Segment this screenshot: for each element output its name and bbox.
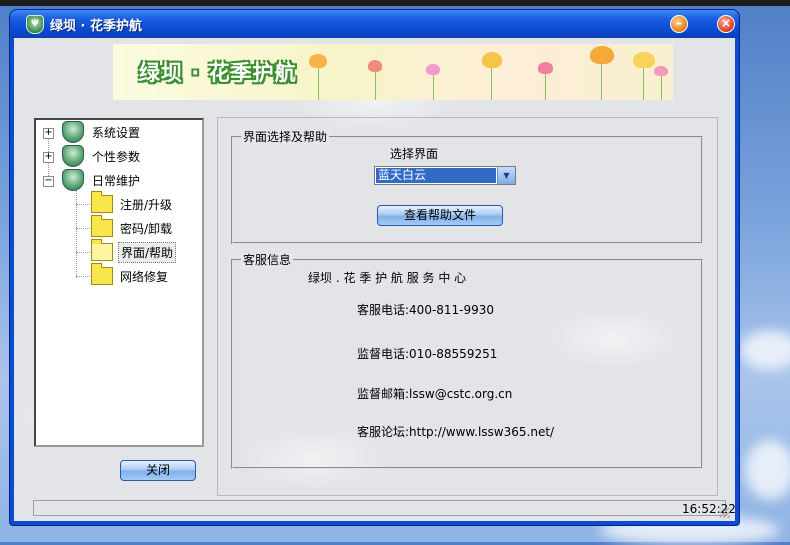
flower-stem-decoration bbox=[643, 64, 644, 100]
supervise-email: 监督邮箱:lssw@cstc.org.cn bbox=[357, 387, 513, 401]
title-bar[interactable]: Ψ 绿坝 · 花季护航 – × bbox=[10, 10, 739, 38]
group-title: 客服信息 bbox=[241, 253, 294, 267]
content-panel: 界面选择及帮助 选择界面 蓝天白云 ▼ 查看帮助文件 客服信息 绿坝 . 花 季… bbox=[217, 117, 718, 496]
flower-decoration bbox=[426, 64, 440, 75]
select-skin-label: 选择界面 bbox=[390, 147, 439, 161]
tree-item-password-uninstall[interactable]: 密码/卸载 bbox=[91, 215, 174, 239]
app-window: Ψ 绿坝 · 花季护航 – × 绿坝 · 花季护航 + 系统设置 + 个性参数 … bbox=[10, 10, 739, 525]
tree-item-daily-maintenance[interactable]: 日常维护 bbox=[62, 169, 142, 191]
shield-icon bbox=[62, 169, 84, 191]
expand-toggle[interactable]: + bbox=[43, 128, 54, 139]
service-forum: 客服论坛:http://www.lssw365.net/ bbox=[357, 425, 555, 439]
settings-tree[interactable]: + 系统设置 + 个性参数 − 日常维护 注册/升级 密码/卸载 界面/帮助 网… bbox=[34, 118, 204, 447]
service-center-name: 绿坝 . 花 季 护 航 服 务 中 心 bbox=[308, 271, 467, 285]
tree-item-label: 个性参数 bbox=[92, 149, 141, 164]
flower-decoration bbox=[368, 60, 382, 72]
flower-decoration bbox=[309, 54, 327, 68]
tree-item-system-settings[interactable]: 系统设置 bbox=[62, 121, 142, 143]
folder-icon bbox=[91, 191, 113, 213]
supervise-phone: 监督电话:010-88559251 bbox=[357, 347, 498, 361]
group-title: 界面选择及帮助 bbox=[241, 130, 330, 144]
client-area: 绿坝 · 花季护航 + 系统设置 + 个性参数 − 日常维护 注册/升级 密码/… bbox=[14, 38, 736, 521]
tree-item-label: 注册/升级 bbox=[120, 197, 173, 212]
close-window-button[interactable]: × bbox=[717, 15, 735, 33]
flower-decoration bbox=[538, 62, 553, 74]
chevron-down-icon[interactable]: ▼ bbox=[497, 167, 515, 184]
close-button[interactable]: 关闭 bbox=[120, 460, 196, 481]
flower-decoration bbox=[590, 46, 614, 64]
folder-icon bbox=[91, 215, 113, 237]
tree-item-label: 日常维护 bbox=[92, 173, 141, 188]
tree-item-label: 界面/帮助 bbox=[118, 241, 177, 263]
flower-decoration bbox=[482, 52, 502, 68]
tree-item-label: 网络修复 bbox=[120, 269, 169, 284]
tree-item-label: 密码/卸载 bbox=[120, 221, 173, 236]
skin-select[interactable]: 蓝天白云 ▼ bbox=[374, 166, 516, 185]
flower-stem-decoration bbox=[661, 72, 662, 100]
banner-logo-text: 绿坝 · 花季护航 bbox=[139, 61, 297, 85]
shield-icon bbox=[62, 145, 84, 167]
window-title: 绿坝 · 花季护航 bbox=[50, 19, 142, 34]
shield-icon bbox=[62, 121, 84, 143]
status-bar bbox=[33, 500, 726, 516]
tree-item-personal-params[interactable]: 个性参数 bbox=[62, 145, 142, 167]
app-logo-icon: Ψ bbox=[26, 15, 44, 34]
folder-icon bbox=[91, 263, 113, 285]
customer-service-group: 客服信息 绿坝 . 花 季 护 航 服 务 中 心 客服电话:400-811-9… bbox=[231, 253, 703, 469]
service-phone: 客服电话:400-811-9930 bbox=[357, 303, 495, 317]
folder-open-icon bbox=[91, 239, 113, 261]
flower-stem-decoration bbox=[318, 64, 319, 100]
ui-selection-group: 界面选择及帮助 选择界面 蓝天白云 ▼ 查看帮助文件 bbox=[231, 130, 703, 244]
tree-connector bbox=[76, 204, 90, 205]
tree-item-network-repair[interactable]: 网络修复 bbox=[91, 263, 170, 287]
tree-connector bbox=[76, 228, 90, 229]
skin-select-value: 蓝天白云 bbox=[376, 168, 496, 183]
collapse-toggle[interactable]: − bbox=[43, 176, 54, 187]
minimize-button[interactable]: – bbox=[670, 15, 688, 33]
desktop-cloud bbox=[740, 330, 790, 370]
view-help-button[interactable]: 查看帮助文件 bbox=[377, 205, 503, 226]
tree-item-register-upgrade[interactable]: 注册/升级 bbox=[91, 191, 174, 215]
tree-item-ui-help[interactable]: 界面/帮助 bbox=[91, 239, 177, 263]
minimize-icon: – bbox=[676, 16, 682, 30]
tree-connector bbox=[76, 252, 90, 253]
resize-grip-icon[interactable] bbox=[720, 508, 730, 518]
expand-toggle[interactable]: + bbox=[43, 152, 54, 163]
desktop-top-strip bbox=[0, 0, 790, 6]
tree-connector bbox=[76, 276, 90, 277]
desktop-cloud bbox=[745, 440, 790, 500]
tree-item-label: 系统设置 bbox=[92, 125, 141, 140]
flower-decoration bbox=[633, 52, 655, 68]
banner: 绿坝 · 花季护航 bbox=[113, 44, 673, 100]
close-icon: × bbox=[720, 16, 732, 30]
flower-decoration bbox=[654, 66, 668, 76]
